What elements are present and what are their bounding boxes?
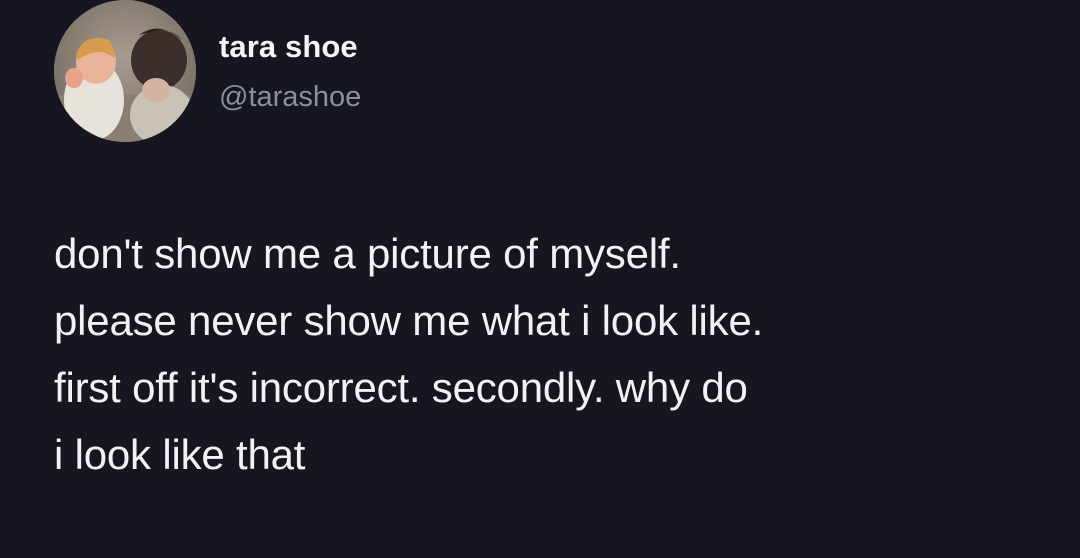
tweet-text: don't show me a picture of myself. pleas… xyxy=(54,220,1054,488)
tweet-text-line: i look like that xyxy=(54,431,306,478)
tweet-text-line: please never show me what i look like. xyxy=(54,297,764,344)
tweet-card: tara shoe @tarashoe don't show me a pict… xyxy=(0,0,1080,558)
avatar[interactable] xyxy=(54,0,196,142)
tweet-text-line: first off it's incorrect. secondly. why … xyxy=(54,364,748,411)
profile-photo-icon xyxy=(54,0,196,142)
user-handle[interactable]: @tarashoe xyxy=(219,81,361,114)
tweet-text-line: don't show me a picture of myself. xyxy=(54,230,681,277)
display-name[interactable]: tara shoe xyxy=(219,29,358,65)
